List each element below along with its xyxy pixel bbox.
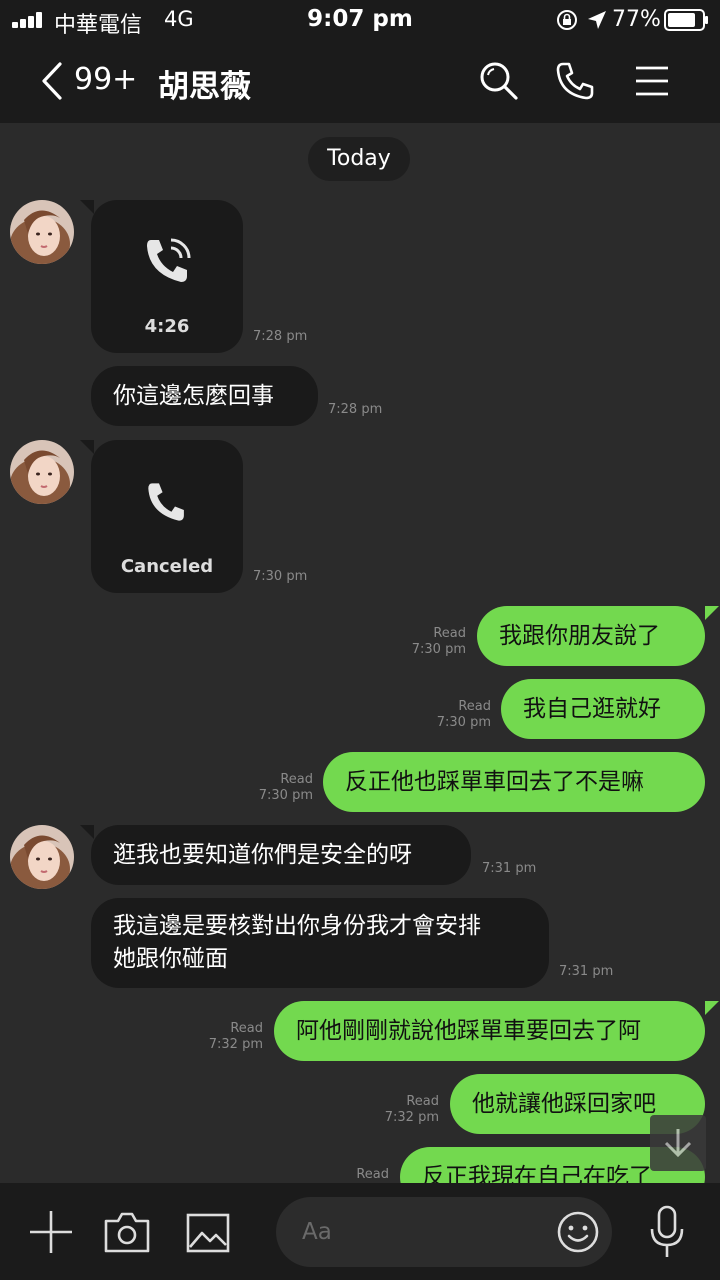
timestamp: 7:28 pm [328,402,383,417]
emoji-icon[interactable] [556,1210,600,1254]
message-text: 阿他剛剛就說他踩單車要回去了阿 [296,1018,641,1044]
unread-count[interactable]: 99+ [74,62,137,97]
message-text-line: 我這邊是要核對出你身份我才會安排 [113,913,481,939]
timestamp: 7:30 pm [258,788,313,803]
chat-header: 99+ 胡思薇 [0,40,720,123]
input-bar [0,1183,720,1280]
call-duration: 4:26 [144,316,190,337]
message-bubble-incoming[interactable]: 逛我也要知道你們是安全的呀 [91,825,471,885]
call-status: Canceled [120,556,214,577]
status-bar: 中華電信 4G 9:07 pm 77% [0,0,720,40]
avatar[interactable] [10,200,74,264]
location-icon [588,11,606,29]
message-text: 逛我也要知道你們是安全的呀 [113,842,412,868]
phone-call-icon [147,238,191,282]
avatar[interactable] [10,825,74,889]
mic-icon[interactable] [648,1205,686,1259]
timestamp: 7:31 pm [559,964,614,979]
message-text: 反正他也踩單車回去了不是嘛 [345,769,644,795]
call-bubble[interactable]: Canceled [91,440,243,593]
message-list[interactable]: Today 4:26 7:28 pm 你這邊怎麼回事 7:28 pm Cance… [0,123,720,1183]
message-text-line: 她跟你碰面 [113,946,228,972]
image-icon[interactable] [186,1213,230,1253]
read-receipt: Read [433,626,466,641]
message-text: 你這邊怎麼回事 [113,383,274,409]
message-input-field[interactable] [276,1197,612,1267]
battery-icon [664,9,708,31]
timestamp: 7:28 pm [253,329,308,344]
back-icon[interactable] [36,60,66,102]
message-bubble-outgoing[interactable]: 反正他也踩單車回去了不是嘛 [323,752,705,812]
timestamp: 7:32 pm [384,1110,439,1125]
timestamp: 7:30 pm [253,569,308,584]
timestamp: 7:30 pm [411,642,466,657]
read-receipt: Read [356,1167,389,1182]
message-text: 他就讓他踩回家吧 [472,1091,656,1117]
read-receipt: Read [406,1094,439,1109]
message-bubble-incoming[interactable]: 我這邊是要核對出你身份我才會安排 她跟你碰面 [91,898,549,988]
scroll-to-bottom-button[interactable] [650,1115,706,1171]
timestamp: 7:31 pm [482,861,537,876]
read-receipt: Read [230,1021,263,1036]
message-bubble-outgoing[interactable]: 阿他剛剛就說他踩單車要回去了阿 [274,1001,705,1061]
avatar-photo [10,825,74,889]
message-text: 我跟你朋友說了 [499,623,660,649]
read-receipt: Read [280,772,313,787]
rotation-lock-icon [557,10,577,30]
message-input[interactable] [302,1215,542,1249]
read-receipt: Read [458,699,491,714]
timestamp: 7:30 pm [436,715,491,730]
call-bubble[interactable]: 4:26 [91,200,243,353]
search-icon[interactable] [478,60,520,102]
phone-icon [148,483,184,521]
message-text: 我自己逛就好 [523,696,661,722]
camera-icon[interactable] [104,1211,150,1253]
timestamp: 7:32 pm [208,1037,263,1052]
scroll-down-icon [664,1129,692,1158]
date-separator: Today [308,137,410,181]
avatar-photo [10,440,74,504]
message-text: 反正我現在自己在吃了 [422,1164,652,1183]
avatar-photo [10,200,74,264]
battery-percent: 77% [612,7,661,32]
message-bubble-outgoing[interactable]: 我跟你朋友說了 [477,606,705,666]
phone-icon[interactable] [554,60,596,102]
contact-name[interactable]: 胡思薇 [158,61,251,106]
avatar[interactable] [10,440,74,504]
menu-icon[interactable] [634,64,670,98]
message-bubble-incoming[interactable]: 你這邊怎麼回事 [91,366,318,426]
message-bubble-outgoing[interactable]: 我自己逛就好 [501,679,705,739]
plus-icon[interactable] [28,1209,74,1255]
